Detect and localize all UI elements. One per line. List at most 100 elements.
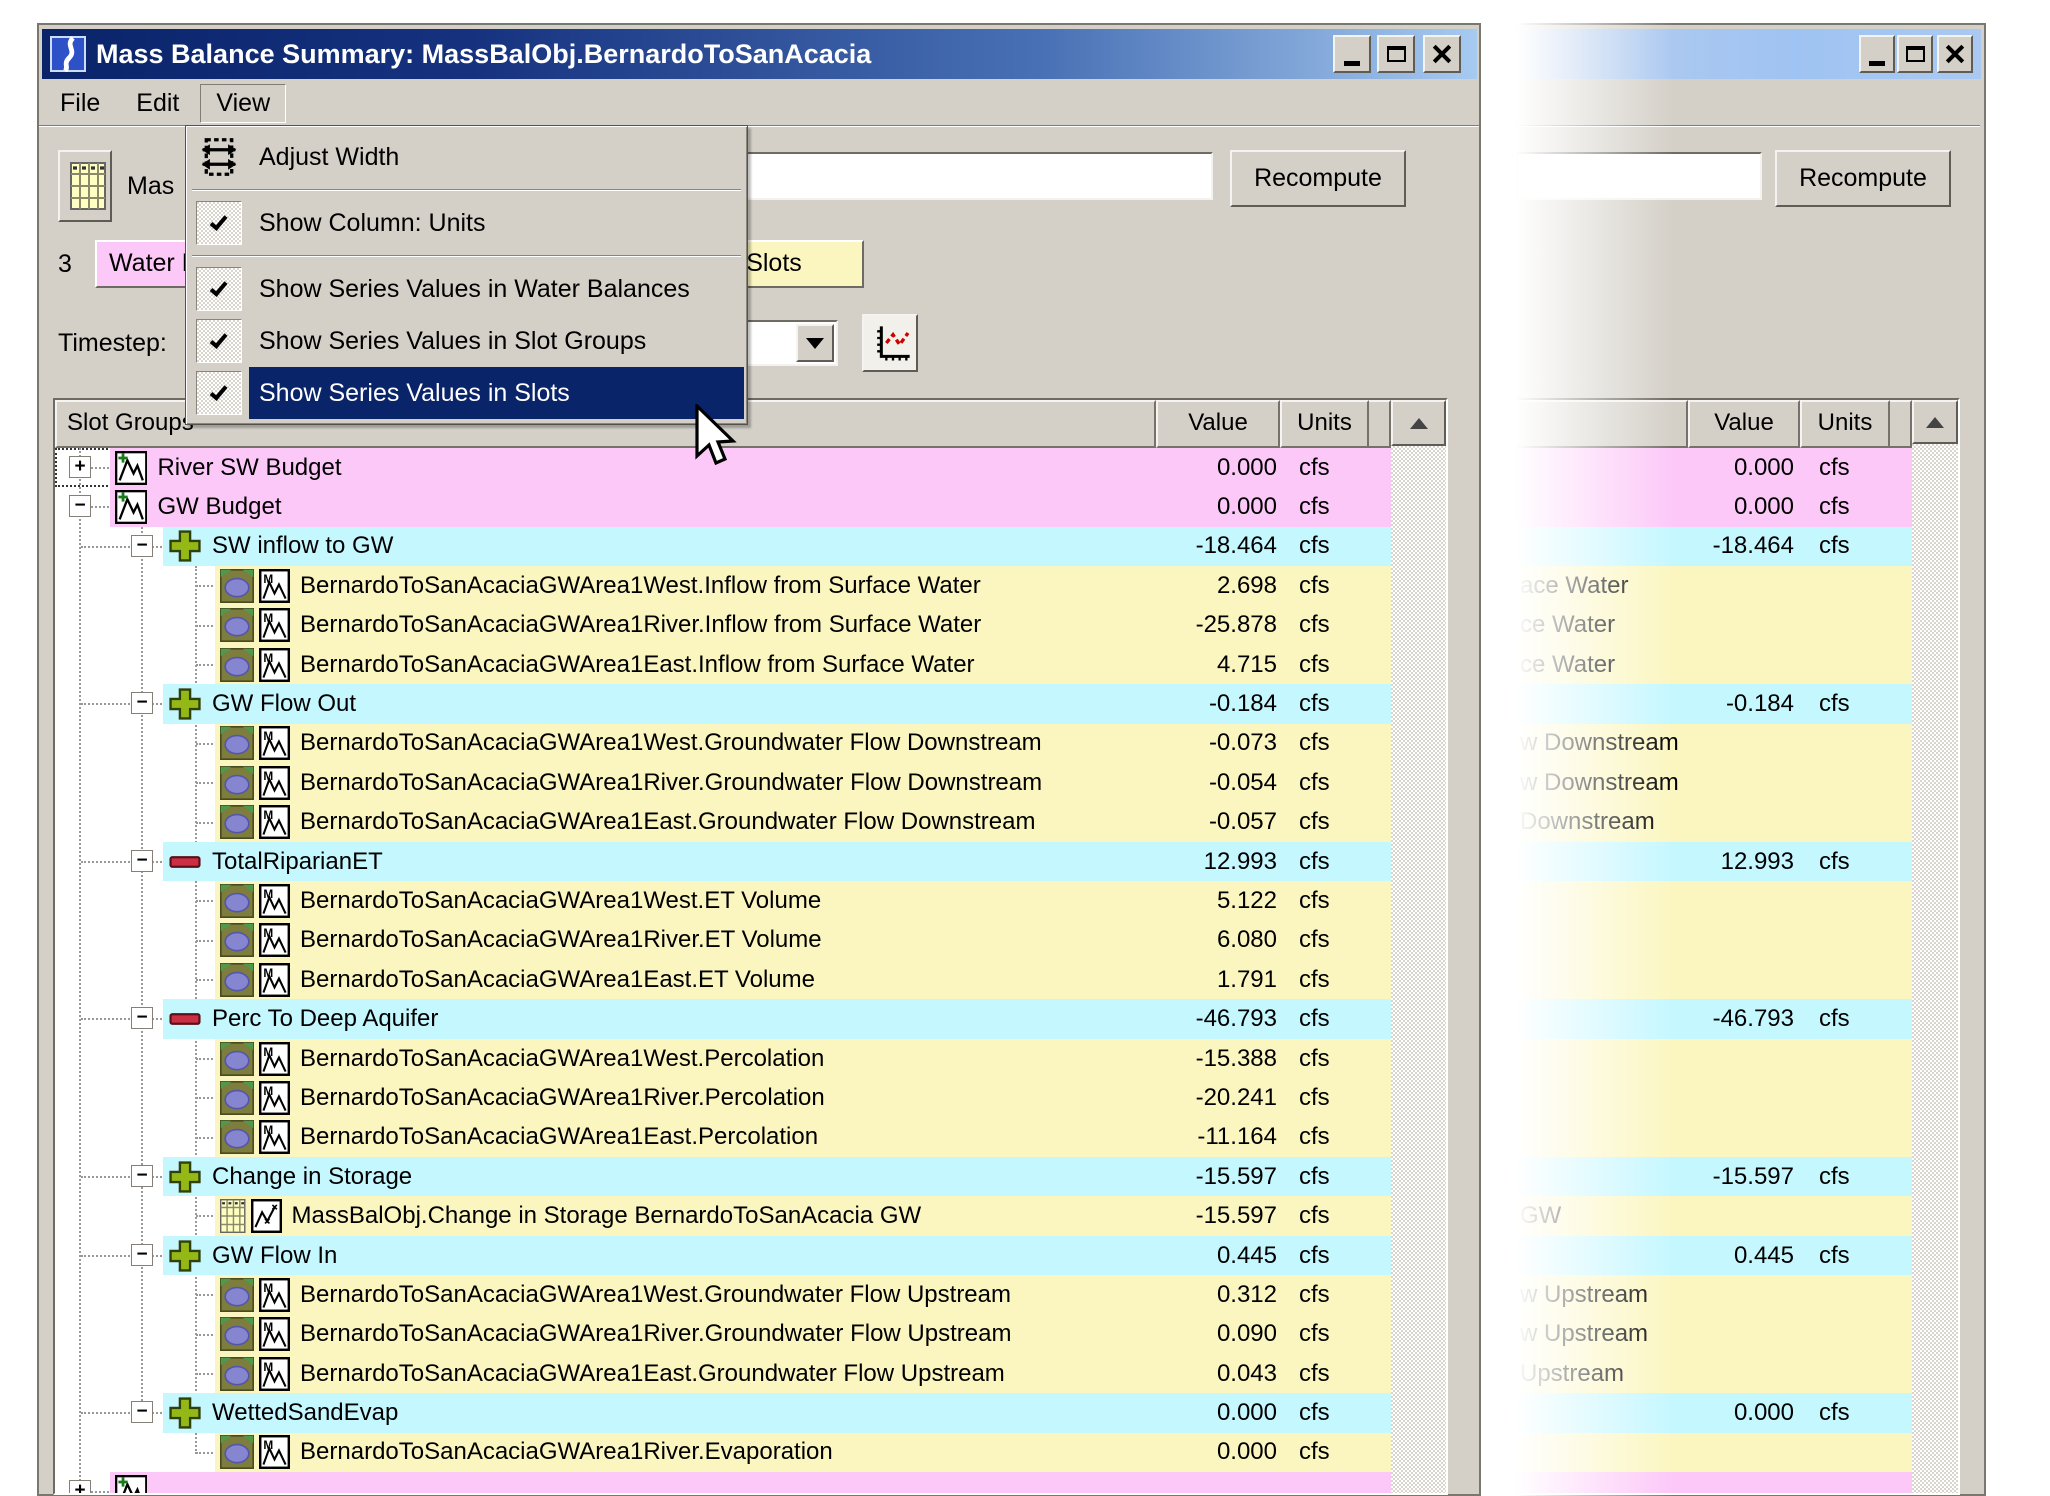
tree-expand-toggle[interactable]: + — [69, 1480, 91, 1493]
tree-collapse-toggle[interactable]: − — [131, 1401, 153, 1423]
table-row[interactable]: -0.184cfs — [1516, 684, 1912, 723]
table-row[interactable]: w Upstream — [1516, 1275, 1912, 1314]
table-row[interactable]: MBernardoToSanAcaciaGWArea1East.Inflow f… — [55, 645, 1391, 684]
row-units: cfs — [1285, 1084, 1391, 1112]
tree-collapse-toggle[interactable]: − — [131, 1007, 153, 1029]
table-row[interactable]: + — [55, 1472, 1391, 1493]
plot-button[interactable] — [862, 314, 918, 372]
table-row[interactable] — [1516, 1118, 1912, 1157]
table-row[interactable] — [1516, 1039, 1912, 1078]
menu-item-show-series-values-in-slot-groups[interactable]: Show Series Values in Slot Groups — [189, 315, 744, 367]
table-row[interactable]: −Perc To Deep Aquifer-46.793cfs — [55, 999, 1391, 1038]
mass-balance-table-button[interactable] — [58, 150, 112, 222]
table-row[interactable]: ce Water — [1516, 645, 1912, 684]
table-row[interactable]: MBernardoToSanAcaciaGWArea1West.Inflow f… — [55, 566, 1391, 605]
menu-item-show-series-values-in-water-balances[interactable]: Show Series Values in Water Balances — [189, 263, 744, 315]
menu-item-adjust-width[interactable]: Adjust Width — [189, 131, 744, 183]
table-row[interactable]: MBernardoToSanAcaciaGWArea1West.Groundwa… — [55, 1275, 1391, 1314]
table-row[interactable] — [1516, 1472, 1912, 1493]
close-button[interactable] — [1937, 35, 1973, 73]
tree-collapse-toggle[interactable]: − — [131, 692, 153, 714]
table-row[interactable]: −GW Budget0.000cfs — [55, 487, 1391, 526]
header-value[interactable]: Value — [1688, 400, 1800, 448]
menu-view[interactable]: View — [200, 84, 286, 123]
table-row[interactable]: −GW Flow Out-0.184cfs — [55, 684, 1391, 723]
tree-expand-toggle[interactable]: + — [69, 456, 91, 478]
scroll-up-button[interactable] — [1391, 400, 1446, 446]
table-row[interactable]: -18.464cfs — [1516, 527, 1912, 566]
close-button[interactable] — [1423, 35, 1461, 73]
minimize-button[interactable] — [1859, 35, 1895, 73]
table-row[interactable] — [1516, 921, 1912, 960]
table-row[interactable] — [1516, 960, 1912, 999]
table-row[interactable]: -46.793cfs — [1516, 999, 1912, 1038]
table-row[interactable] — [1516, 1078, 1912, 1117]
table-row[interactable]: 0.000cfs — [1516, 487, 1912, 526]
table-row[interactable]: MBernardoToSanAcaciaGWArea1East.Groundwa… — [55, 1354, 1391, 1393]
header-value[interactable]: Value — [1156, 400, 1280, 448]
table-row[interactable]: MBernardoToSanAcaciaGWArea1East.Groundwa… — [55, 803, 1391, 842]
maximize-button[interactable] — [1377, 35, 1415, 73]
table-row[interactable]: MBernardoToSanAcaciaGWArea1West.Groundwa… — [55, 724, 1391, 763]
table-row[interactable]: 0.000cfs — [1516, 448, 1912, 487]
title-bar[interactable]: Mass Balance Summary: MassBalObj.Bernard… — [42, 29, 1477, 79]
row-band: GW Flow Out-0.184cfs — [163, 684, 1391, 723]
table-row[interactable]: MBernardoToSanAcaciaGWArea1River.Inflow … — [55, 606, 1391, 645]
menu-item-show-series-values-in-slots[interactable]: Show Series Values in Slots — [189, 367, 744, 419]
row-band: MBernardoToSanAcaciaGWArea1West.Inflow f… — [215, 566, 1391, 605]
table-row[interactable]: GW — [1516, 1196, 1912, 1235]
vertical-scrollbar[interactable] — [1912, 400, 1958, 1493]
maximize-button[interactable] — [1897, 35, 1933, 73]
header-name-filler[interactable] — [1516, 400, 1688, 448]
table-row[interactable]: MBernardoToSanAcaciaGWArea1River.Evapora… — [55, 1433, 1391, 1472]
table-row[interactable]: w Downstream — [1516, 724, 1912, 763]
table-row[interactable]: MassBalObj.Change in Storage BernardoToS… — [55, 1196, 1391, 1235]
tree-collapse-toggle[interactable]: − — [131, 535, 153, 557]
tree-collapse-toggle[interactable]: − — [69, 495, 91, 517]
tree-collapse-toggle[interactable]: − — [131, 1244, 153, 1266]
table-row[interactable]: -15.597cfs — [1516, 1157, 1912, 1196]
table-row[interactable]: ace Water — [1516, 566, 1912, 605]
dropdown-arrow-button[interactable] — [796, 324, 834, 362]
table-row[interactable]: w Downstream — [1516, 763, 1912, 802]
object-name-input[interactable] — [1516, 152, 1762, 200]
row-units: cfs — [1285, 1438, 1391, 1466]
header-units[interactable]: Units — [1800, 400, 1890, 448]
vertical-scrollbar[interactable] — [1391, 400, 1446, 1493]
table-row[interactable]: 12.993cfs — [1516, 842, 1912, 881]
table-row[interactable]: MBernardoToSanAcaciaGWArea1West.ET Volum… — [55, 881, 1391, 920]
table-row[interactable]: MBernardoToSanAcaciaGWArea1East.Percolat… — [55, 1118, 1391, 1157]
table-row[interactable]: MBernardoToSanAcaciaGWArea1River.ET Volu… — [55, 921, 1391, 960]
header-units[interactable]: Units — [1280, 400, 1369, 448]
table-row[interactable] — [1516, 1433, 1912, 1472]
tree-collapse-toggle[interactable]: − — [131, 850, 153, 872]
table-row[interactable]: Upstream — [1516, 1354, 1912, 1393]
table-row[interactable]: 0.000cfs — [1516, 1393, 1912, 1432]
table-row[interactable]: −TotalRiparianET12.993cfs — [55, 842, 1391, 881]
tree-collapse-toggle[interactable]: − — [131, 1165, 153, 1187]
table-row[interactable]: MBernardoToSanAcaciaGWArea1River.Groundw… — [55, 1315, 1391, 1354]
table-row[interactable]: MBernardoToSanAcaciaGWArea1River.Percola… — [55, 1078, 1391, 1117]
row-value: 0.000 — [1155, 1399, 1285, 1427]
recompute-button[interactable]: Recompute — [1775, 150, 1951, 207]
recompute-button[interactable]: Recompute — [1230, 150, 1406, 207]
tree-branch-line — [81, 546, 169, 548]
table-row[interactable] — [1516, 881, 1912, 920]
menu-file[interactable]: File — [45, 85, 115, 122]
table-row[interactable]: MBernardoToSanAcaciaGWArea1West.Percolat… — [55, 1039, 1391, 1078]
table-row[interactable]: 0.445cfs — [1516, 1236, 1912, 1275]
menu-item-show-column-units[interactable]: Show Column: Units — [189, 197, 744, 249]
table-row[interactable]: w Upstream — [1516, 1315, 1912, 1354]
table-row[interactable]: ce Water — [1516, 606, 1912, 645]
table-row[interactable]: −SW inflow to GW-18.464cfs — [55, 527, 1391, 566]
table-row[interactable]: −Change in Storage-15.597cfs — [55, 1157, 1391, 1196]
table-row[interactable]: −WettedSandEvap0.000cfs — [55, 1393, 1391, 1432]
minimize-button[interactable] — [1333, 35, 1371, 73]
table-row[interactable]: MBernardoToSanAcaciaGWArea1River.Groundw… — [55, 763, 1391, 802]
table-row[interactable]: −GW Flow In0.445cfs — [55, 1236, 1391, 1275]
scroll-up-button[interactable] — [1912, 400, 1958, 444]
menu-edit[interactable]: Edit — [121, 85, 194, 122]
groundwater-object-icon — [220, 805, 254, 839]
table-row[interactable]: Downstream — [1516, 803, 1912, 842]
table-row[interactable]: MBernardoToSanAcaciaGWArea1East.ET Volum… — [55, 960, 1391, 999]
